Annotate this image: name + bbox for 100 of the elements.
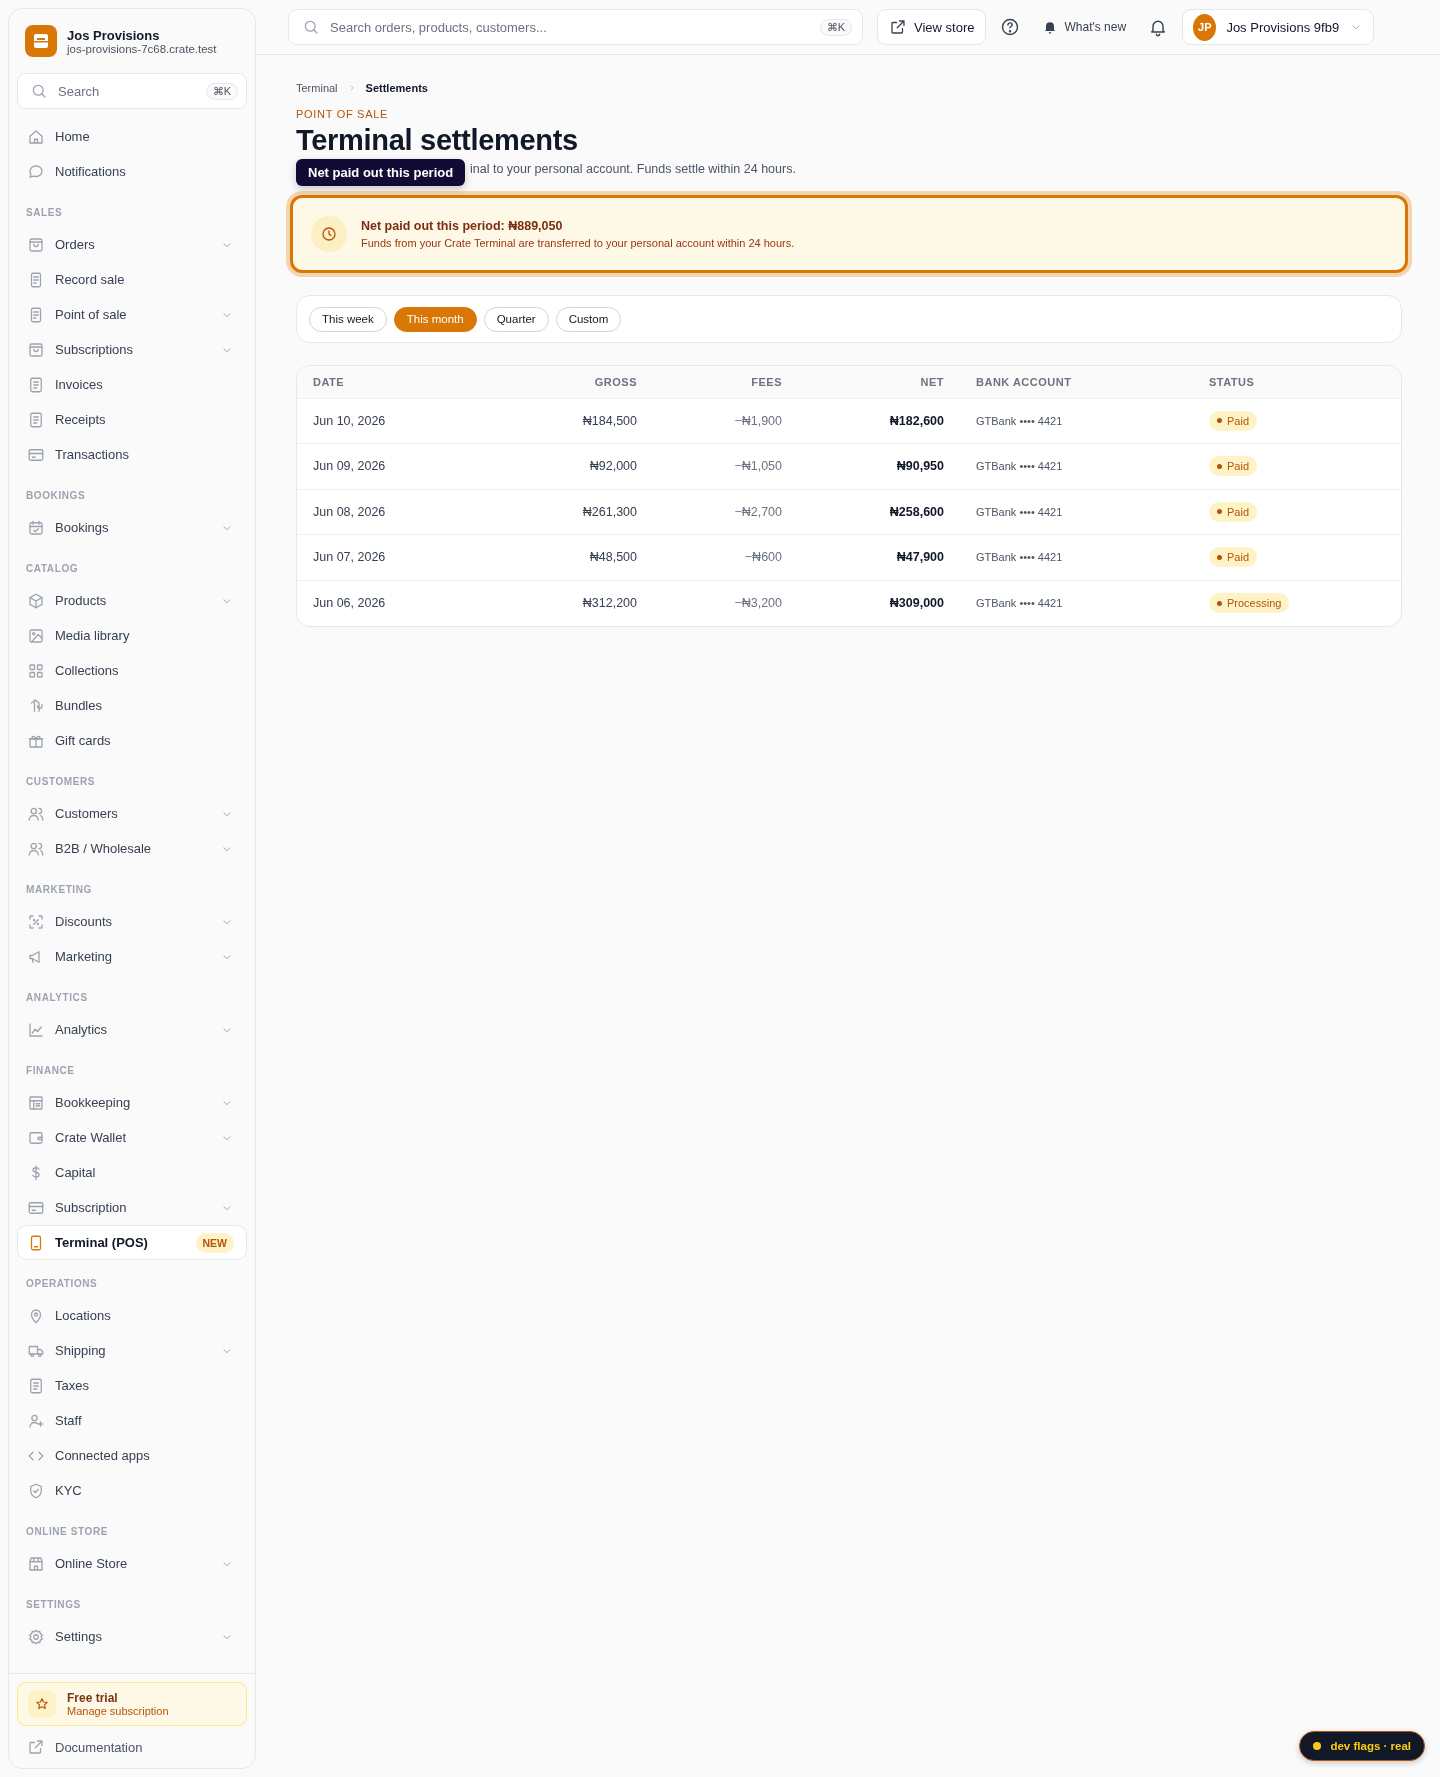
document-icon xyxy=(27,375,45,394)
sidebar-item[interactable]: Terminal (POS) NEW xyxy=(17,1225,247,1260)
percent-icon xyxy=(27,912,45,931)
table-cell: GTBank •••• 4421 xyxy=(960,489,1193,535)
help-icon[interactable] xyxy=(1000,17,1021,37)
cube-icon xyxy=(27,591,45,610)
table-cell: −₦3,200 xyxy=(653,580,798,626)
search-icon xyxy=(30,82,48,100)
sidebar-item[interactable]: KYC xyxy=(17,1473,247,1508)
section-eyebrow: POINT OF SALE xyxy=(296,108,390,120)
table-icon xyxy=(27,1093,45,1112)
table-cell: ₦261,300 xyxy=(471,489,653,535)
account-menu[interactable]: JP Jos Provisions 9fb9 xyxy=(1182,9,1375,45)
status-badge: Processing xyxy=(1209,593,1290,613)
dev-flags-badge[interactable]: dev flags · real xyxy=(1299,1731,1425,1761)
table-cell: ₦90,950 xyxy=(798,443,960,489)
table-cell: −₦600 xyxy=(653,534,798,580)
column-header: DATE xyxy=(297,366,471,398)
sidebar-item[interactable]: Collections xyxy=(17,653,247,688)
sidebar-item[interactable]: Point of sale xyxy=(17,297,247,332)
period-filter[interactable]: Custom xyxy=(555,306,622,332)
search-field[interactable]: Search ⌘K xyxy=(17,73,247,109)
manage-subscription-link[interactable]: Manage subscription xyxy=(67,1705,169,1717)
sidebar-item[interactable]: Subscriptions xyxy=(17,332,247,367)
sidebar-item[interactable]: Analytics xyxy=(17,1012,247,1047)
period-filter[interactable]: Quarter xyxy=(483,306,549,332)
table-cell: −₦2,700 xyxy=(653,489,798,535)
document-icon xyxy=(27,410,45,429)
sidebar-item[interactable]: Transactions xyxy=(17,437,247,472)
sidebar-item[interactable]: Marketing xyxy=(17,939,247,974)
table-cell: ₦312,200 xyxy=(471,580,653,626)
sidebar-item[interactable]: Online Store xyxy=(17,1546,247,1581)
sidebar-item[interactable]: Bundles xyxy=(17,688,247,723)
store-icon xyxy=(27,1554,45,1573)
sidebar-item[interactable]: Bookkeeping xyxy=(17,1085,247,1120)
sidebar-item[interactable]: Home xyxy=(17,119,247,154)
section-label: FINANCE xyxy=(26,1064,76,1078)
external-link-icon xyxy=(889,18,907,36)
sidebar-item[interactable]: Subscription xyxy=(17,1190,247,1225)
view-store-button[interactable]: View store xyxy=(877,9,987,45)
search-field[interactable]: Search orders, products, customers... ⌘K xyxy=(288,9,863,45)
store-domain: jos-provisions-7c68.crate.test xyxy=(67,42,217,55)
sidebar-item[interactable]: Taxes xyxy=(17,1368,247,1403)
table-cell: GTBank •••• 4421 xyxy=(960,398,1193,444)
section-label: SALES xyxy=(26,206,64,220)
sidebar-item[interactable]: Connected apps xyxy=(17,1438,247,1473)
sidebar-item[interactable]: Crate Wallet xyxy=(17,1120,247,1155)
sidebar-item[interactable]: Products xyxy=(17,583,247,618)
sidebar-item[interactable]: Gift cards xyxy=(17,723,247,758)
sidebar-item[interactable]: Bookings xyxy=(17,510,247,545)
sidebar-item[interactable]: Record sale xyxy=(17,262,247,297)
sidebar-item[interactable]: Receipts xyxy=(17,402,247,437)
document-icon xyxy=(27,1376,45,1395)
sidebar-item[interactable]: Orders xyxy=(17,227,247,262)
table-cell: Jun 06, 2026 xyxy=(297,580,471,626)
store-logo-icon xyxy=(25,25,57,57)
status-badge: Paid xyxy=(1209,456,1258,477)
free-trial-card[interactable]: Free trial Manage subscription xyxy=(17,1682,247,1726)
avatar: JP xyxy=(1193,13,1217,41)
sidebar-item[interactable]: Invoices xyxy=(17,367,247,402)
alert-title: Net paid out this period: ₦889,050 xyxy=(361,219,564,233)
table-cell: ₦258,600 xyxy=(798,489,960,535)
sidebar-item[interactable]: Locations xyxy=(17,1298,247,1333)
shortcut-hint: ⌘K xyxy=(819,18,852,36)
star-icon xyxy=(28,1690,56,1718)
clock-icon xyxy=(311,216,347,252)
sidebar-item[interactable]: Customers xyxy=(17,796,247,831)
tooltip: Net paid out this period xyxy=(296,159,466,186)
sidebar-item[interactable]: Settings xyxy=(17,1619,247,1654)
sidebar-item[interactable]: Shipping xyxy=(17,1333,247,1368)
table-cell: ₦182,600 xyxy=(798,398,960,444)
sidebar-item[interactable]: Capital xyxy=(17,1155,247,1190)
sidebar-item[interactable]: B2B / Wholesale xyxy=(17,831,247,866)
documentation-link[interactable]: Documentation xyxy=(17,1726,247,1760)
sidebar-item[interactable]: Discounts xyxy=(17,904,247,939)
status-badge: Paid xyxy=(1209,547,1258,568)
column-header: FEES xyxy=(653,366,798,398)
table-cell: ₦47,900 xyxy=(798,534,960,580)
alert-message: Funds from your Crate Terminal are transferred to your personal account within 24 hours. xyxy=(361,237,795,249)
shortcut-hint: ⌘K xyxy=(205,82,238,100)
grid-icon xyxy=(27,661,45,680)
sidebar-item[interactable]: Media library xyxy=(17,618,247,653)
store-name: Jos Provisions xyxy=(67,27,161,43)
status-badge: Paid xyxy=(1209,410,1258,431)
section-label: SETTINGS xyxy=(26,1598,82,1612)
whats-new-button[interactable]: What's new xyxy=(1034,19,1135,35)
section-label: OPERATIONS xyxy=(26,1277,99,1291)
shield-icon xyxy=(27,1481,45,1500)
table-cell: Jun 07, 2026 xyxy=(297,534,471,580)
breadcrumb-link[interactable]: Terminal xyxy=(296,82,338,94)
section-label: ANALYTICS xyxy=(26,991,89,1005)
sidebar-item[interactable]: Notifications xyxy=(17,154,247,189)
period-filter[interactable]: This week xyxy=(309,306,387,332)
new-badge: NEW xyxy=(195,1232,234,1253)
external-link-icon xyxy=(27,1738,45,1756)
table-cell: ₦48,500 xyxy=(471,534,653,580)
sidebar-item[interactable]: Staff xyxy=(17,1403,247,1438)
section-label: CUSTOMERS xyxy=(26,775,97,789)
section-label: ONLINE STORE xyxy=(26,1525,110,1539)
table-cell: GTBank •••• 4421 xyxy=(960,580,1193,626)
